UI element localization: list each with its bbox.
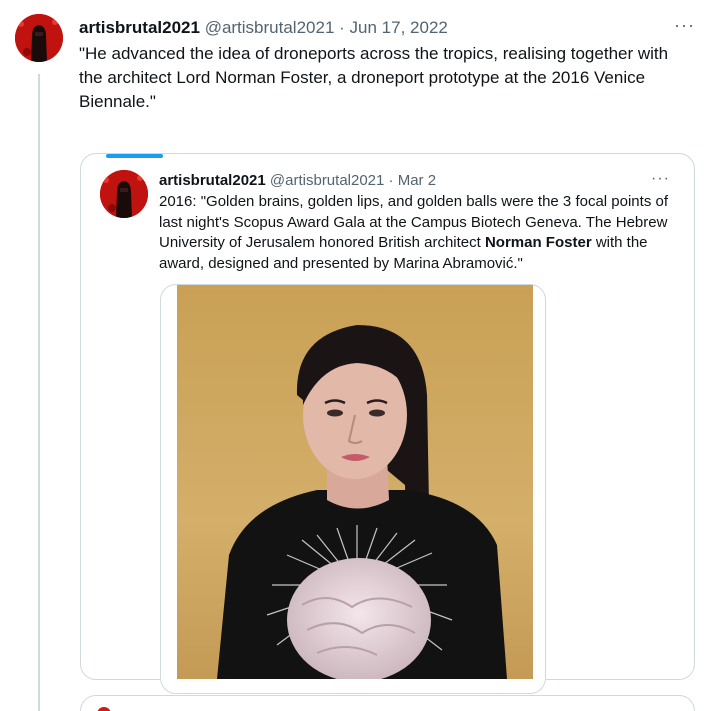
tweet-text: "He advanced the idea of droneports acro… [79, 44, 669, 111]
portrait-image [177, 285, 533, 679]
avatar[interactable] [15, 14, 63, 62]
separator-dot: · [339, 18, 345, 37]
tweet-date[interactable]: Jun 17, 2022 [350, 18, 448, 37]
portrait-photo[interactable] [177, 285, 533, 679]
thread-connector-line [38, 74, 40, 711]
quote-text: 2016: "Golden brains, golden lips, and g… [159, 192, 679, 274]
display-name[interactable]: artisbrutal2021 [79, 18, 200, 37]
quote-text-bold: Norman Foster [484, 234, 592, 251]
quote-date[interactable]: Mar 2 [398, 172, 436, 189]
separator-dot: · [388, 172, 394, 189]
quote-avatar[interactable] [100, 170, 148, 218]
quote-accent-bar [106, 154, 163, 158]
red-avatar-icon [15, 14, 63, 62]
red-avatar-icon [100, 170, 148, 218]
quote-display-name[interactable]: artisbrutal2021 [159, 172, 266, 189]
tweet-header: artisbrutal2021 @artisbrutal2021 · Jun 1… [79, 17, 448, 39]
handle[interactable]: @artisbrutal2021 [205, 18, 335, 37]
quote-header: artisbrutal2021 @artisbrutal2021 · Mar 2 [159, 171, 436, 190]
more-options-icon[interactable]: ··· [674, 16, 695, 34]
more-options-icon[interactable]: ··· [651, 171, 670, 187]
quote-handle[interactable]: @artisbrutal2021 [270, 172, 384, 189]
next-tweet-card[interactable] [80, 695, 695, 711]
